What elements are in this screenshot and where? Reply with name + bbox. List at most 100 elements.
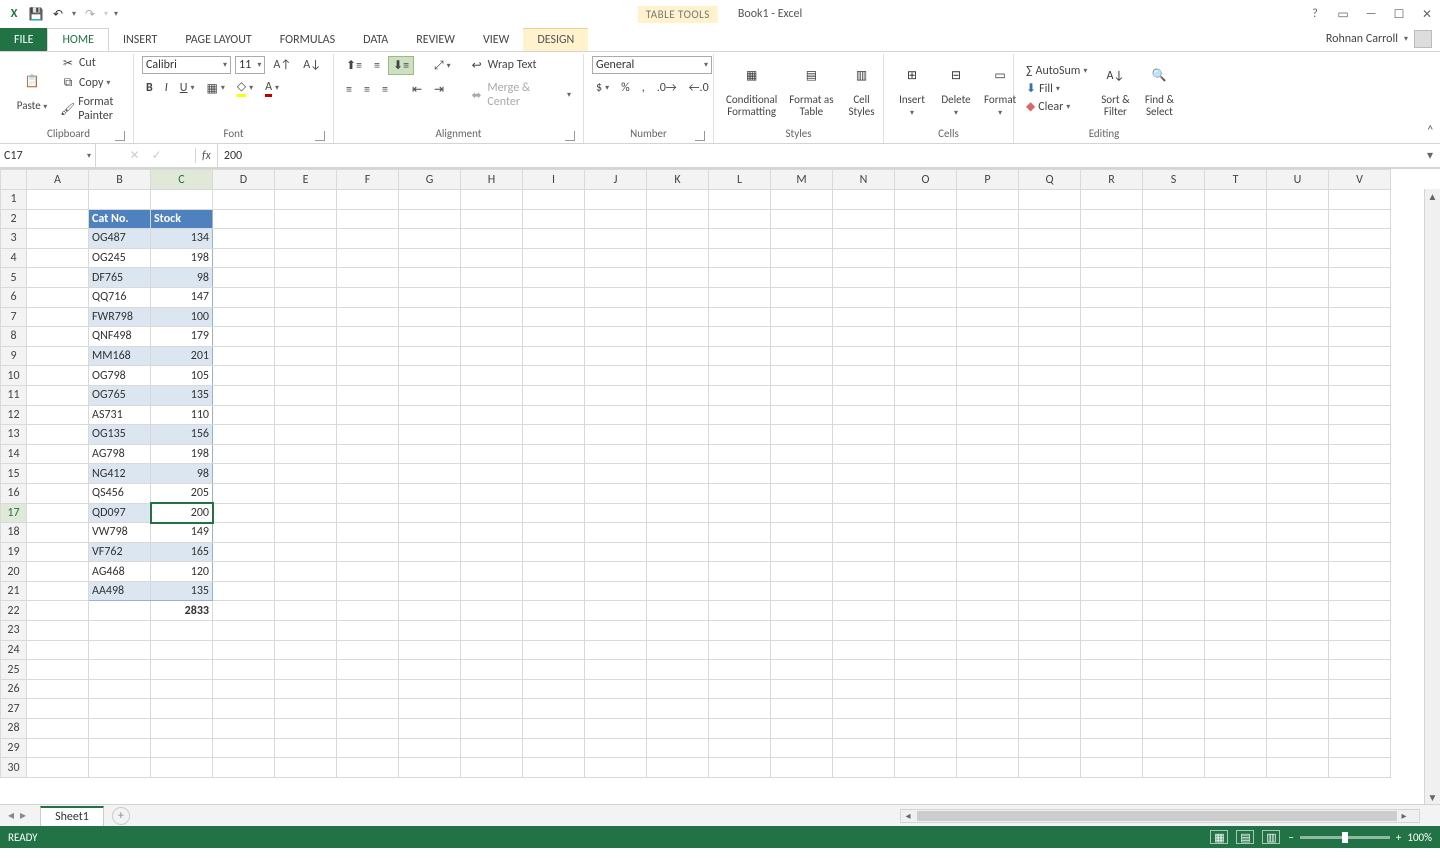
undo-dropdown-icon[interactable]: ▾	[72, 9, 76, 19]
cell[interactable]	[1267, 366, 1329, 386]
vertical-scrollbar[interactable]: ▲ ▼	[1424, 189, 1440, 804]
cell[interactable]	[523, 523, 585, 543]
cell[interactable]	[709, 366, 771, 386]
cell[interactable]	[275, 503, 337, 523]
cell[interactable]	[833, 248, 895, 268]
cell[interactable]	[27, 581, 89, 601]
cell[interactable]	[1019, 346, 1081, 366]
cell[interactable]	[1081, 679, 1143, 699]
cell[interactable]	[399, 523, 461, 543]
cell[interactable]	[89, 679, 151, 699]
cell[interactable]	[771, 307, 833, 327]
cell[interactable]	[709, 601, 771, 621]
sort-filter-button[interactable]: A↓Sort & Filter	[1095, 58, 1135, 120]
cell[interactable]	[585, 719, 647, 739]
cell[interactable]	[833, 385, 895, 405]
cell[interactable]	[399, 366, 461, 386]
row-header[interactable]: 14	[1, 444, 27, 464]
cell[interactable]	[523, 366, 585, 386]
cell[interactable]	[1329, 621, 1391, 641]
cell[interactable]	[27, 190, 89, 210]
cell[interactable]	[275, 444, 337, 464]
cell[interactable]	[213, 621, 275, 641]
cell[interactable]	[895, 268, 957, 288]
cell[interactable]	[1143, 209, 1205, 229]
cell[interactable]	[213, 503, 275, 523]
cell[interactable]	[523, 758, 585, 778]
cell[interactable]	[1205, 209, 1267, 229]
cell[interactable]	[771, 190, 833, 210]
cell[interactable]	[1267, 640, 1329, 660]
cell[interactable]	[461, 307, 523, 327]
column-header[interactable]: R	[1081, 170, 1143, 190]
cell[interactable]	[957, 679, 1019, 699]
cell[interactable]	[1329, 268, 1391, 288]
cell[interactable]	[895, 758, 957, 778]
cell[interactable]	[709, 621, 771, 641]
cell[interactable]	[895, 542, 957, 562]
cell[interactable]	[275, 483, 337, 503]
cell[interactable]	[709, 229, 771, 249]
cell[interactable]: 198	[151, 248, 213, 268]
cell[interactable]	[895, 483, 957, 503]
cell[interactable]	[151, 190, 213, 210]
cell[interactable]	[709, 385, 771, 405]
cell[interactable]	[27, 483, 89, 503]
cell[interactable]	[1267, 483, 1329, 503]
cell[interactable]	[833, 346, 895, 366]
cell[interactable]	[399, 209, 461, 229]
cell[interactable]	[1081, 307, 1143, 327]
fill-color-button[interactable]: ◇▾	[233, 78, 257, 98]
find-select-button[interactable]: 🔍Find & Select	[1139, 58, 1179, 120]
cell[interactable]	[399, 758, 461, 778]
cell[interactable]	[337, 209, 399, 229]
cell[interactable]	[523, 268, 585, 288]
column-header[interactable]: N	[833, 170, 895, 190]
cell[interactable]	[1143, 738, 1205, 758]
cell[interactable]	[27, 523, 89, 543]
cell[interactable]	[1205, 679, 1267, 699]
tab-formulas[interactable]: FORMULAS	[266, 28, 349, 51]
cell[interactable]	[275, 287, 337, 307]
cell[interactable]	[1019, 679, 1081, 699]
cell[interactable]	[1205, 758, 1267, 778]
cell[interactable]	[275, 385, 337, 405]
cell[interactable]: 201	[151, 346, 213, 366]
cell[interactable]: Stock	[151, 209, 213, 229]
increase-decimal-icon[interactable]: .0→	[653, 80, 681, 96]
bold-button[interactable]: B	[142, 80, 157, 96]
cell[interactable]	[957, 483, 1019, 503]
cell[interactable]	[399, 601, 461, 621]
cell[interactable]	[461, 327, 523, 347]
cell[interactable]	[1143, 346, 1205, 366]
cell[interactable]	[957, 287, 1019, 307]
cell[interactable]	[27, 738, 89, 758]
cell[interactable]	[213, 581, 275, 601]
cell[interactable]	[27, 268, 89, 288]
cell[interactable]	[895, 327, 957, 347]
cell[interactable]	[957, 444, 1019, 464]
cell[interactable]	[957, 581, 1019, 601]
zoom-level[interactable]: 100%	[1407, 831, 1432, 844]
cell[interactable]	[647, 405, 709, 425]
cell[interactable]	[1143, 248, 1205, 268]
tab-home[interactable]: HOME	[47, 28, 109, 51]
cell[interactable]	[1019, 405, 1081, 425]
cell[interactable]	[1267, 523, 1329, 543]
cell[interactable]	[1329, 640, 1391, 660]
cell[interactable]	[1019, 640, 1081, 660]
scroll-up-icon[interactable]: ▲	[1425, 189, 1440, 203]
cell[interactable]	[461, 758, 523, 778]
cell[interactable]	[709, 581, 771, 601]
cell[interactable]	[151, 699, 213, 719]
cell[interactable]	[213, 268, 275, 288]
column-header[interactable]: U	[1267, 170, 1329, 190]
cell[interactable]	[771, 229, 833, 249]
cell[interactable]	[1081, 719, 1143, 739]
cell[interactable]	[833, 523, 895, 543]
row-header[interactable]: 9	[1, 346, 27, 366]
cell[interactable]: MM168	[89, 346, 151, 366]
cell[interactable]	[833, 229, 895, 249]
cell[interactable]	[1081, 405, 1143, 425]
column-header[interactable]: S	[1143, 170, 1205, 190]
